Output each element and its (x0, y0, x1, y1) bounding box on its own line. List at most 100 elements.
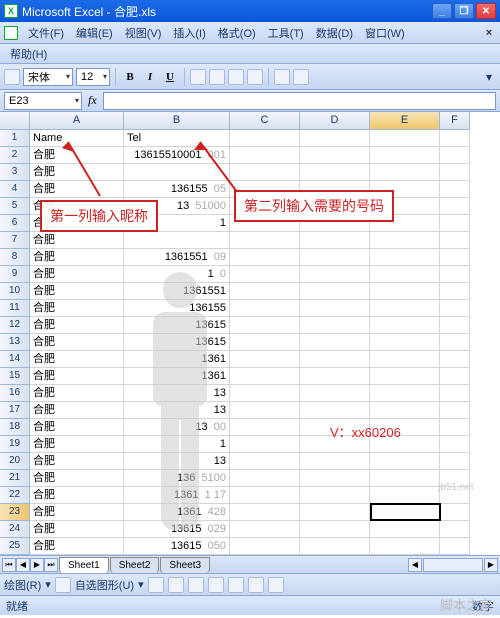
cell[interactable] (300, 487, 370, 504)
cell[interactable]: 13615510001 001 (124, 147, 230, 164)
cell[interactable] (440, 130, 470, 147)
cell[interactable] (300, 504, 370, 521)
percent-button[interactable] (293, 69, 309, 85)
cell[interactable] (300, 147, 370, 164)
formula-input[interactable] (103, 92, 496, 110)
col-header-f[interactable]: F (440, 112, 470, 130)
cell[interactable] (230, 470, 300, 487)
row-header[interactable]: 1 (0, 130, 30, 147)
rect-button[interactable] (188, 577, 204, 593)
cell[interactable] (370, 266, 440, 283)
fillcolor-button[interactable] (268, 577, 284, 593)
cell[interactable] (300, 130, 370, 147)
close-button[interactable]: ✕ (476, 3, 496, 19)
cell[interactable]: 13615 029 (124, 521, 230, 538)
cell[interactable] (440, 266, 470, 283)
cell[interactable] (300, 538, 370, 555)
doc-close-button[interactable]: × (482, 26, 496, 40)
cell[interactable]: 合肥 (30, 334, 124, 351)
cell[interactable]: 合肥 (30, 385, 124, 402)
col-header-a[interactable]: A (30, 112, 124, 130)
menu-tools[interactable]: 工具(T) (262, 23, 310, 43)
cell[interactable] (300, 266, 370, 283)
hscroll-track[interactable] (423, 558, 483, 572)
cell[interactable] (370, 334, 440, 351)
hscroll-right[interactable]: ▶ (484, 558, 498, 572)
align-center-button[interactable] (209, 69, 225, 85)
cell[interactable] (440, 419, 470, 436)
row-header[interactable]: 25 (0, 538, 30, 555)
cell[interactable] (370, 521, 440, 538)
cell[interactable] (230, 232, 300, 249)
tab-nav-last[interactable]: ⏭ (44, 558, 58, 572)
cell[interactable] (440, 385, 470, 402)
sheet-tab-1[interactable]: Sheet1 (59, 557, 109, 573)
row-header[interactable]: 9 (0, 266, 30, 283)
row-header[interactable]: 24 (0, 521, 30, 538)
cell[interactable] (230, 283, 300, 300)
align-left-button[interactable] (190, 69, 206, 85)
cell[interactable] (370, 300, 440, 317)
row-header[interactable]: 19 (0, 436, 30, 453)
cell[interactable] (370, 147, 440, 164)
cell[interactable] (440, 317, 470, 334)
cell[interactable] (300, 470, 370, 487)
font-size-select[interactable]: 12 (76, 68, 110, 86)
hscroll-left[interactable]: ◀ (408, 558, 422, 572)
cell[interactable] (440, 164, 470, 181)
cell[interactable]: 136 5100 (124, 470, 230, 487)
menu-edit[interactable]: 编辑(E) (70, 23, 119, 43)
sheet-tab-3[interactable]: Sheet3 (160, 557, 210, 573)
cell[interactable] (440, 402, 470, 419)
cell[interactable] (124, 164, 230, 181)
cell[interactable] (370, 487, 440, 504)
cell[interactable] (370, 317, 440, 334)
cell[interactable] (370, 470, 440, 487)
cell[interactable]: 13615 (124, 334, 230, 351)
cell[interactable] (230, 351, 300, 368)
cell[interactable] (230, 317, 300, 334)
select-all-corner[interactable] (0, 112, 30, 130)
cell[interactable]: 合肥 (30, 249, 124, 266)
cell[interactable] (300, 368, 370, 385)
cell[interactable]: 13 00 (124, 419, 230, 436)
cell[interactable] (440, 283, 470, 300)
cell[interactable] (230, 504, 300, 521)
cell[interactable] (370, 385, 440, 402)
minimize-button[interactable]: _ (432, 3, 452, 19)
oval-button[interactable] (208, 577, 224, 593)
col-header-b[interactable]: B (124, 112, 230, 130)
cell[interactable] (230, 334, 300, 351)
cell[interactable] (230, 419, 300, 436)
cell[interactable]: 合肥 (30, 317, 124, 334)
cell[interactable] (124, 232, 230, 249)
cell[interactable]: 合肥 (30, 164, 124, 181)
cell[interactable] (300, 232, 370, 249)
cell[interactable]: 合肥 (30, 487, 124, 504)
cell[interactable] (230, 402, 300, 419)
cell[interactable] (230, 487, 300, 504)
italic-button[interactable]: I (141, 68, 159, 86)
cell[interactable]: 合肥 (30, 504, 124, 521)
cell[interactable] (300, 317, 370, 334)
row-header[interactable]: 17 (0, 402, 30, 419)
cell[interactable] (370, 504, 440, 521)
cell[interactable]: 合肥 (30, 181, 124, 198)
cell[interactable] (440, 453, 470, 470)
menu-file[interactable]: 文件(F) (22, 23, 70, 43)
cell[interactable]: 1361 (124, 368, 230, 385)
font-name-select[interactable]: 宋体 (23, 68, 73, 86)
cell[interactable]: 合肥 (30, 453, 124, 470)
cell[interactable] (440, 436, 470, 453)
cell[interactable] (440, 232, 470, 249)
cell[interactable] (230, 368, 300, 385)
cell[interactable] (370, 351, 440, 368)
menu-window[interactable]: 窗口(W) (359, 23, 411, 43)
row-header[interactable]: 2 (0, 147, 30, 164)
menu-help[interactable]: 帮助(H) (4, 44, 53, 64)
cell[interactable]: 合肥 (30, 283, 124, 300)
tab-nav-prev[interactable]: ◀ (16, 558, 30, 572)
cell[interactable]: 1 0 (124, 266, 230, 283)
cell[interactable] (440, 147, 470, 164)
row-header[interactable]: 5 (0, 198, 30, 215)
